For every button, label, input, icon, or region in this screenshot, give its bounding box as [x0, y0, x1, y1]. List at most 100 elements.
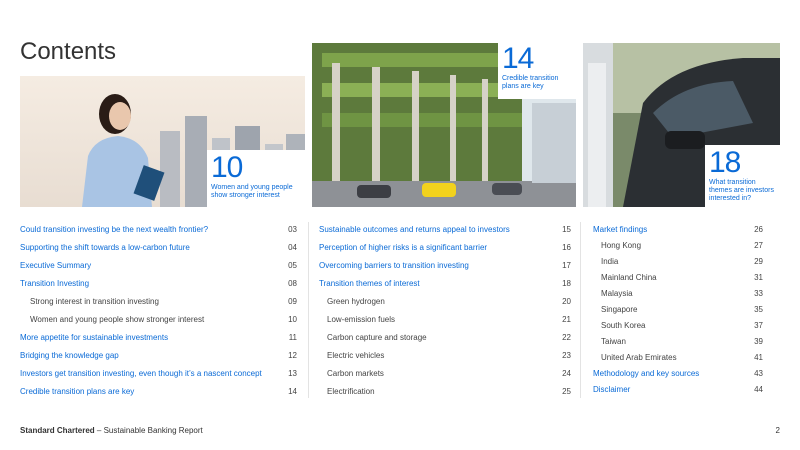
toc-page-number: 31 — [754, 273, 763, 282]
toc-subentry[interactable]: Singapore 35 — [593, 304, 763, 320]
toc-entry-label: Sustainable outcomes and returns appeal … — [319, 225, 510, 234]
toc-subentry[interactable]: Electrification 25 — [319, 386, 571, 404]
toc-page-number: 43 — [754, 369, 763, 378]
toc-page-number: 08 — [288, 279, 297, 288]
toc-entry-label: Low-emission fuels — [327, 315, 396, 324]
toc-page-number: 22 — [562, 333, 571, 342]
toc-page-number: 44 — [754, 385, 763, 394]
toc-subentry[interactable]: Women and young people show stronger int… — [20, 314, 297, 332]
toc-entry-label: Supporting the shift towards a low-carbo… — [20, 243, 190, 252]
callout-caption: Credible transition plans are key — [502, 75, 559, 90]
toc-page-number: 16 — [562, 243, 571, 252]
toc-subentry[interactable]: Electric vehicles 23 — [319, 350, 571, 368]
callout-number: 18 — [709, 146, 741, 179]
toc-entry-label: Green hydrogen — [327, 297, 385, 306]
toc-subentry[interactable]: South Korea 37 — [593, 320, 763, 336]
toc-subentry[interactable]: Carbon markets 24 — [319, 368, 571, 386]
toc-page-number: 25 — [562, 387, 571, 396]
callout-18: 18 What transition themes are investors … — [705, 145, 780, 207]
toc-page-number: 33 — [754, 289, 763, 298]
toc-page-number: 21 — [562, 315, 571, 324]
toc-entry[interactable]: Credible transition plans are key 14 — [20, 386, 297, 404]
toc-entry-label: Transition Investing — [20, 279, 90, 288]
column-divider — [580, 222, 581, 398]
toc-entry-label: Investors get transition investing, even… — [20, 369, 262, 378]
toc-page-number: 04 — [288, 243, 297, 252]
toc-subentry[interactable]: Green hydrogen 20 — [319, 296, 571, 314]
toc-entry-label: Transition themes of interest — [319, 279, 420, 288]
toc-entry[interactable]: Transition themes of interest 18 — [319, 278, 571, 296]
toc-entry-label: Bridging the knowledge gap — [20, 351, 119, 360]
toc-subentry[interactable]: Low-emission fuels 21 — [319, 314, 571, 332]
toc-entry[interactable]: Investors get transition investing, even… — [20, 368, 297, 386]
toc-page-number: 17 — [562, 261, 571, 270]
toc-subentry[interactable]: Mainland China 31 — [593, 272, 763, 288]
toc-entry[interactable]: More appetite for sustainable investment… — [20, 332, 297, 350]
toc-entry-label: Hong Kong — [601, 241, 642, 250]
footer-brand: Standard Chartered — [20, 426, 95, 435]
toc-entry[interactable]: Overcoming barriers to transition invest… — [319, 260, 571, 278]
footer-separator: – — [94, 426, 104, 435]
callout-number: 14 — [502, 42, 534, 75]
toc-page-number: 15 — [562, 225, 571, 234]
toc-entry-label: Electric vehicles — [327, 351, 385, 360]
toc-entry-label: Methodology and key sources — [593, 369, 700, 378]
toc-entry[interactable]: Perception of higher risks is a signific… — [319, 242, 571, 260]
toc-page-number: 20 — [562, 297, 571, 306]
callout-caption: Women and young people show stronger int… — [211, 184, 293, 199]
toc-page-number: 35 — [754, 305, 763, 314]
toc-page-number: 39 — [754, 337, 763, 346]
toc-subentry[interactable]: Hong Kong 27 — [593, 240, 763, 256]
toc-entry[interactable]: Market findings 26 — [593, 224, 763, 240]
toc-entry-label: Disclaimer — [593, 385, 631, 394]
toc-subentry[interactable]: India 29 — [593, 256, 763, 272]
toc-page-number: 11 — [288, 333, 297, 342]
toc-entry-label: Market findings — [593, 225, 648, 234]
toc-entry[interactable]: Executive Summary 05 — [20, 260, 297, 278]
toc-entry[interactable]: Bridging the knowledge gap 12 — [20, 350, 297, 368]
callout-caption: What transition themes are investors int… — [709, 179, 774, 202]
toc-page-number: 05 — [288, 261, 297, 270]
column-divider — [308, 222, 309, 398]
toc-entry-label: Mainland China — [601, 273, 657, 282]
footer: Standard Chartered – Sustainable Banking… — [20, 426, 203, 435]
toc-column-2: Sustainable outcomes and returns appeal … — [319, 224, 571, 404]
toc-entry[interactable]: Transition Investing 08 — [20, 278, 297, 296]
toc-page-number: 10 — [288, 315, 297, 324]
toc-page-number: 26 — [754, 225, 763, 234]
toc-entry[interactable]: Disclaimer 44 — [593, 384, 763, 400]
toc-entry-label: Overcoming barriers to transition invest… — [319, 261, 469, 270]
toc-entry[interactable]: Sustainable outcomes and returns appeal … — [319, 224, 571, 242]
toc-entry[interactable]: Supporting the shift towards a low-carbo… — [20, 242, 297, 260]
callout-number: 10 — [211, 151, 243, 184]
toc-page-number: 14 — [288, 387, 297, 396]
toc-page-number: 13 — [288, 369, 297, 378]
toc-entry-label: South Korea — [601, 321, 646, 330]
toc-page-number: 24 — [562, 369, 571, 378]
callout-10: 10 Women and young people show stronger … — [207, 150, 305, 207]
toc-subentry[interactable]: Carbon capture and storage 22 — [319, 332, 571, 350]
toc-entry[interactable]: Could transition investing be the next w… — [20, 224, 297, 242]
toc-entry-label: India — [601, 257, 619, 266]
toc-entry-label: Malaysia — [601, 289, 633, 298]
toc-page-number: 41 — [754, 353, 763, 362]
toc-column-1: Could transition investing be the next w… — [20, 224, 297, 404]
toc-subentry[interactable]: Strong interest in transition investing 0… — [20, 296, 297, 314]
toc-subentry[interactable]: United Arab Emirates 41 — [593, 352, 763, 368]
toc-entry-label: Credible transition plans are key — [20, 387, 135, 396]
toc-column-3: Market findings 26 Hong Kong 27 India 29 Ma… — [593, 224, 763, 400]
toc-subentry[interactable]: Malaysia 33 — [593, 288, 763, 304]
toc-entry-label: Could transition investing be the next w… — [20, 225, 209, 234]
toc-page-number: 03 — [288, 225, 297, 234]
toc-entry-label: More appetite for sustainable investment… — [20, 333, 169, 342]
toc-subentry[interactable]: Taiwan 39 — [593, 336, 763, 352]
toc-entry-label: Executive Summary — [20, 261, 92, 270]
footer-report-name: Sustainable Banking Report — [103, 426, 203, 435]
toc-entry[interactable]: Methodology and key sources 43 — [593, 368, 763, 384]
toc-page-number: 37 — [754, 321, 763, 330]
toc-entry-label: Perception of higher risks is a signific… — [319, 243, 488, 252]
toc-page-number: 23 — [562, 351, 571, 360]
page-title: Contents — [20, 38, 117, 65]
toc-page-number: 09 — [288, 297, 297, 306]
toc-entry-label: Carbon markets — [327, 369, 384, 378]
